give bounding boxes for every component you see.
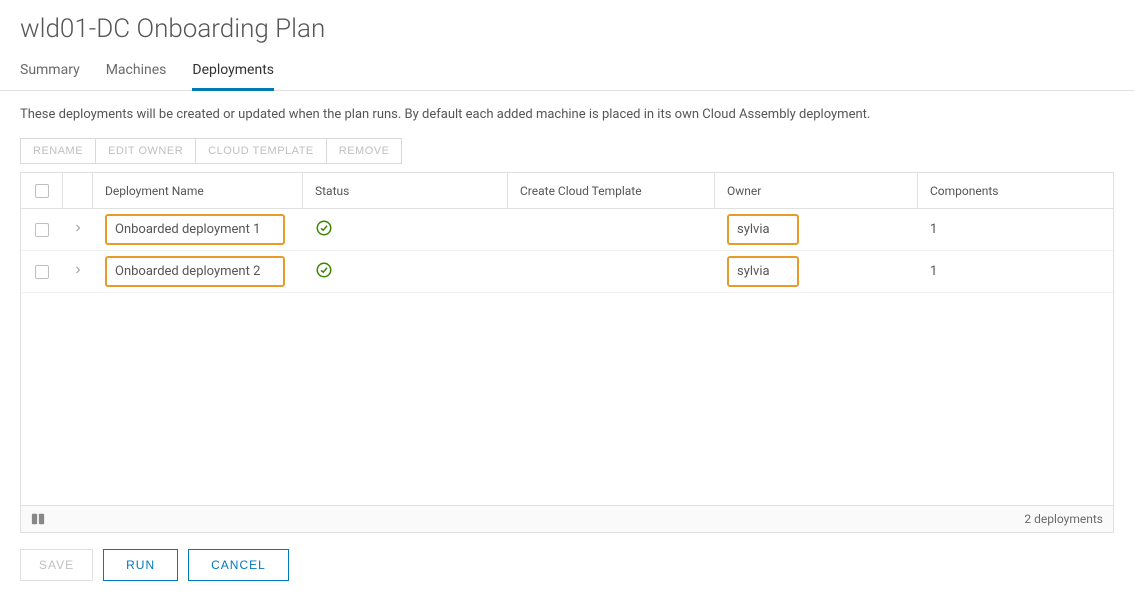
bottom-button-bar: SAVE RUN CANCEL — [0, 533, 1134, 597]
row-owner-cell: sylvia — [715, 209, 918, 250]
row-name-cell: Onboarded deployment 1 — [93, 209, 303, 250]
cancel-button[interactable]: CANCEL — [188, 549, 289, 581]
row-components-cell: 1 — [918, 251, 1113, 292]
table-row[interactable]: Onboarded deployment 1 sylvia 1 — [21, 209, 1113, 251]
row-count-label: 2 deployments — [1024, 512, 1103, 526]
row-select-cell — [21, 251, 63, 292]
table-body: Onboarded deployment 1 sylvia 1 — [21, 209, 1113, 505]
action-bar: RENAME EDIT OWNER CLOUD TEMPLATE REMOVE — [0, 138, 1134, 172]
tab-deployments[interactable]: Deployments — [192, 54, 274, 91]
column-toggle-icon[interactable] — [31, 512, 45, 526]
row-components-cell: 1 — [918, 209, 1113, 250]
row-owner-cell: sylvia — [715, 251, 918, 292]
row-checkbox[interactable] — [35, 223, 49, 237]
row-checkbox[interactable] — [35, 265, 49, 279]
owner-highlight: sylvia — [727, 214, 799, 245]
check-circle-icon — [315, 219, 333, 241]
select-all-checkbox[interactable] — [35, 184, 49, 198]
page-title: wld01-DC Onboarding Plan — [0, 0, 1134, 54]
row-name-cell: Onboarded deployment 2 — [93, 251, 303, 292]
header-cloud-template[interactable]: Create Cloud Template — [508, 173, 715, 208]
header-deployment-name[interactable]: Deployment Name — [93, 173, 303, 208]
header-status[interactable]: Status — [303, 173, 508, 208]
row-select-cell — [21, 209, 63, 250]
owner-highlight: sylvia — [727, 256, 799, 287]
chevron-right-icon[interactable] — [72, 264, 84, 280]
deployment-name-text: Onboarded deployment 1 — [115, 222, 260, 237]
cloud-template-button[interactable]: CLOUD TEMPLATE — [196, 138, 327, 164]
chevron-right-icon[interactable] — [72, 222, 84, 238]
row-expand-cell — [63, 251, 93, 292]
remove-button[interactable]: REMOVE — [327, 138, 403, 164]
row-status-cell — [303, 251, 508, 292]
run-button[interactable]: RUN — [103, 549, 178, 581]
header-owner[interactable]: Owner — [715, 173, 918, 208]
row-status-cell — [303, 209, 508, 250]
owner-text: sylvia — [737, 264, 770, 279]
table-header: Deployment Name Status Create Cloud Temp… — [21, 173, 1113, 209]
owner-text: sylvia — [737, 222, 770, 237]
row-template-cell — [508, 209, 715, 250]
table-row[interactable]: Onboarded deployment 2 sylvia 1 — [21, 251, 1113, 293]
tab-description: These deployments will be created or upd… — [0, 91, 1134, 138]
tab-machines[interactable]: Machines — [106, 54, 167, 91]
edit-owner-button[interactable]: EDIT OWNER — [96, 138, 196, 164]
row-expand-cell — [63, 209, 93, 250]
deployment-name-text: Onboarded deployment 2 — [115, 264, 260, 279]
table-footer: 2 deployments — [21, 505, 1113, 532]
select-all-cell — [21, 173, 63, 208]
row-template-cell — [508, 251, 715, 292]
save-button[interactable]: SAVE — [20, 549, 93, 581]
expand-header — [63, 173, 93, 208]
rename-button[interactable]: RENAME — [20, 138, 96, 164]
deployment-name-highlight: Onboarded deployment 2 — [105, 256, 285, 287]
deployments-table: Deployment Name Status Create Cloud Temp… — [20, 172, 1114, 533]
tab-summary[interactable]: Summary — [20, 54, 80, 91]
tabs-bar: Summary Machines Deployments — [0, 54, 1134, 91]
check-circle-icon — [315, 261, 333, 283]
deployment-name-highlight: Onboarded deployment 1 — [105, 214, 285, 245]
header-components[interactable]: Components — [918, 173, 1113, 208]
